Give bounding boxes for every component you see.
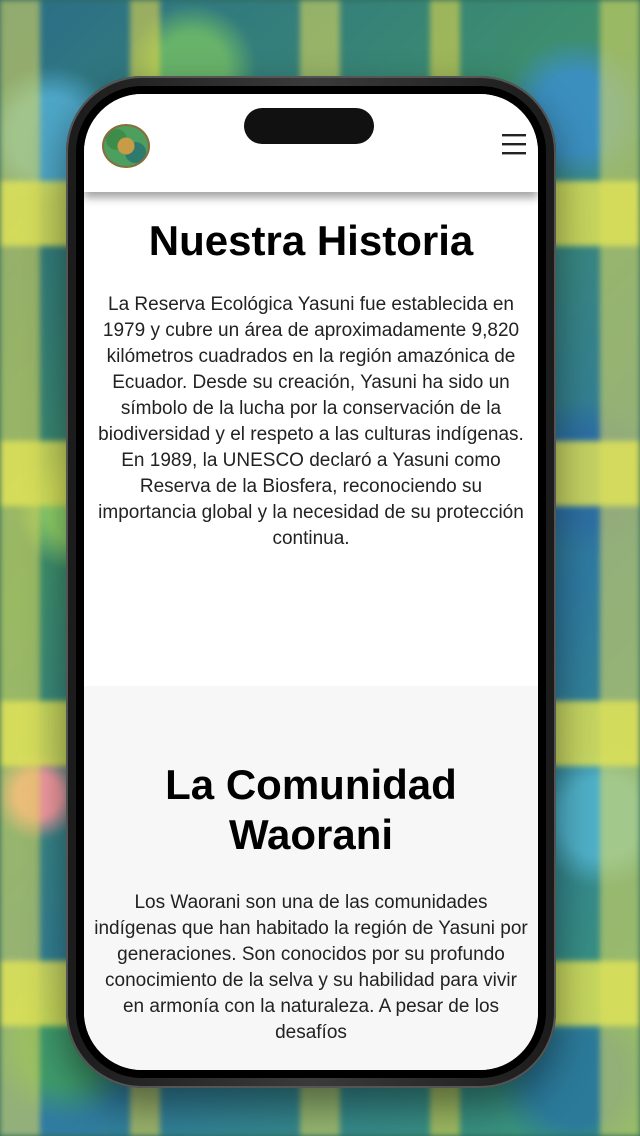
history-title: Nuestra Historia (148, 217, 474, 264)
history-paragraph-2: En 1989, la UNESCO declaró a Yasuni como… (98, 450, 524, 549)
history-paragraph-1: La Reserva Ecológica Yasuni fue establec… (98, 294, 524, 445)
hamburger-menu-icon (502, 134, 526, 155)
logo-icon[interactable] (102, 124, 150, 168)
phone-frame: Nuestra Historia La Reserva Ecológica Ya… (66, 76, 556, 1088)
history-section: Nuestra Historia La Reserva Ecológica Ya… (84, 192, 538, 686)
dynamic-island (244, 108, 374, 144)
waorani-section: La Comunidad Waorani Los Waorani son una… (84, 686, 538, 1070)
menu-button[interactable] (500, 130, 528, 158)
main-content: Nuestra Historia La Reserva Ecológica Ya… (84, 192, 538, 1070)
phone-screen[interactable]: Nuestra Historia La Reserva Ecológica Ya… (84, 94, 538, 1070)
waorani-paragraph: Los Waorani son una de las comunidades i… (94, 892, 528, 1043)
waorani-title: La Comunidad Waorani (165, 761, 457, 858)
